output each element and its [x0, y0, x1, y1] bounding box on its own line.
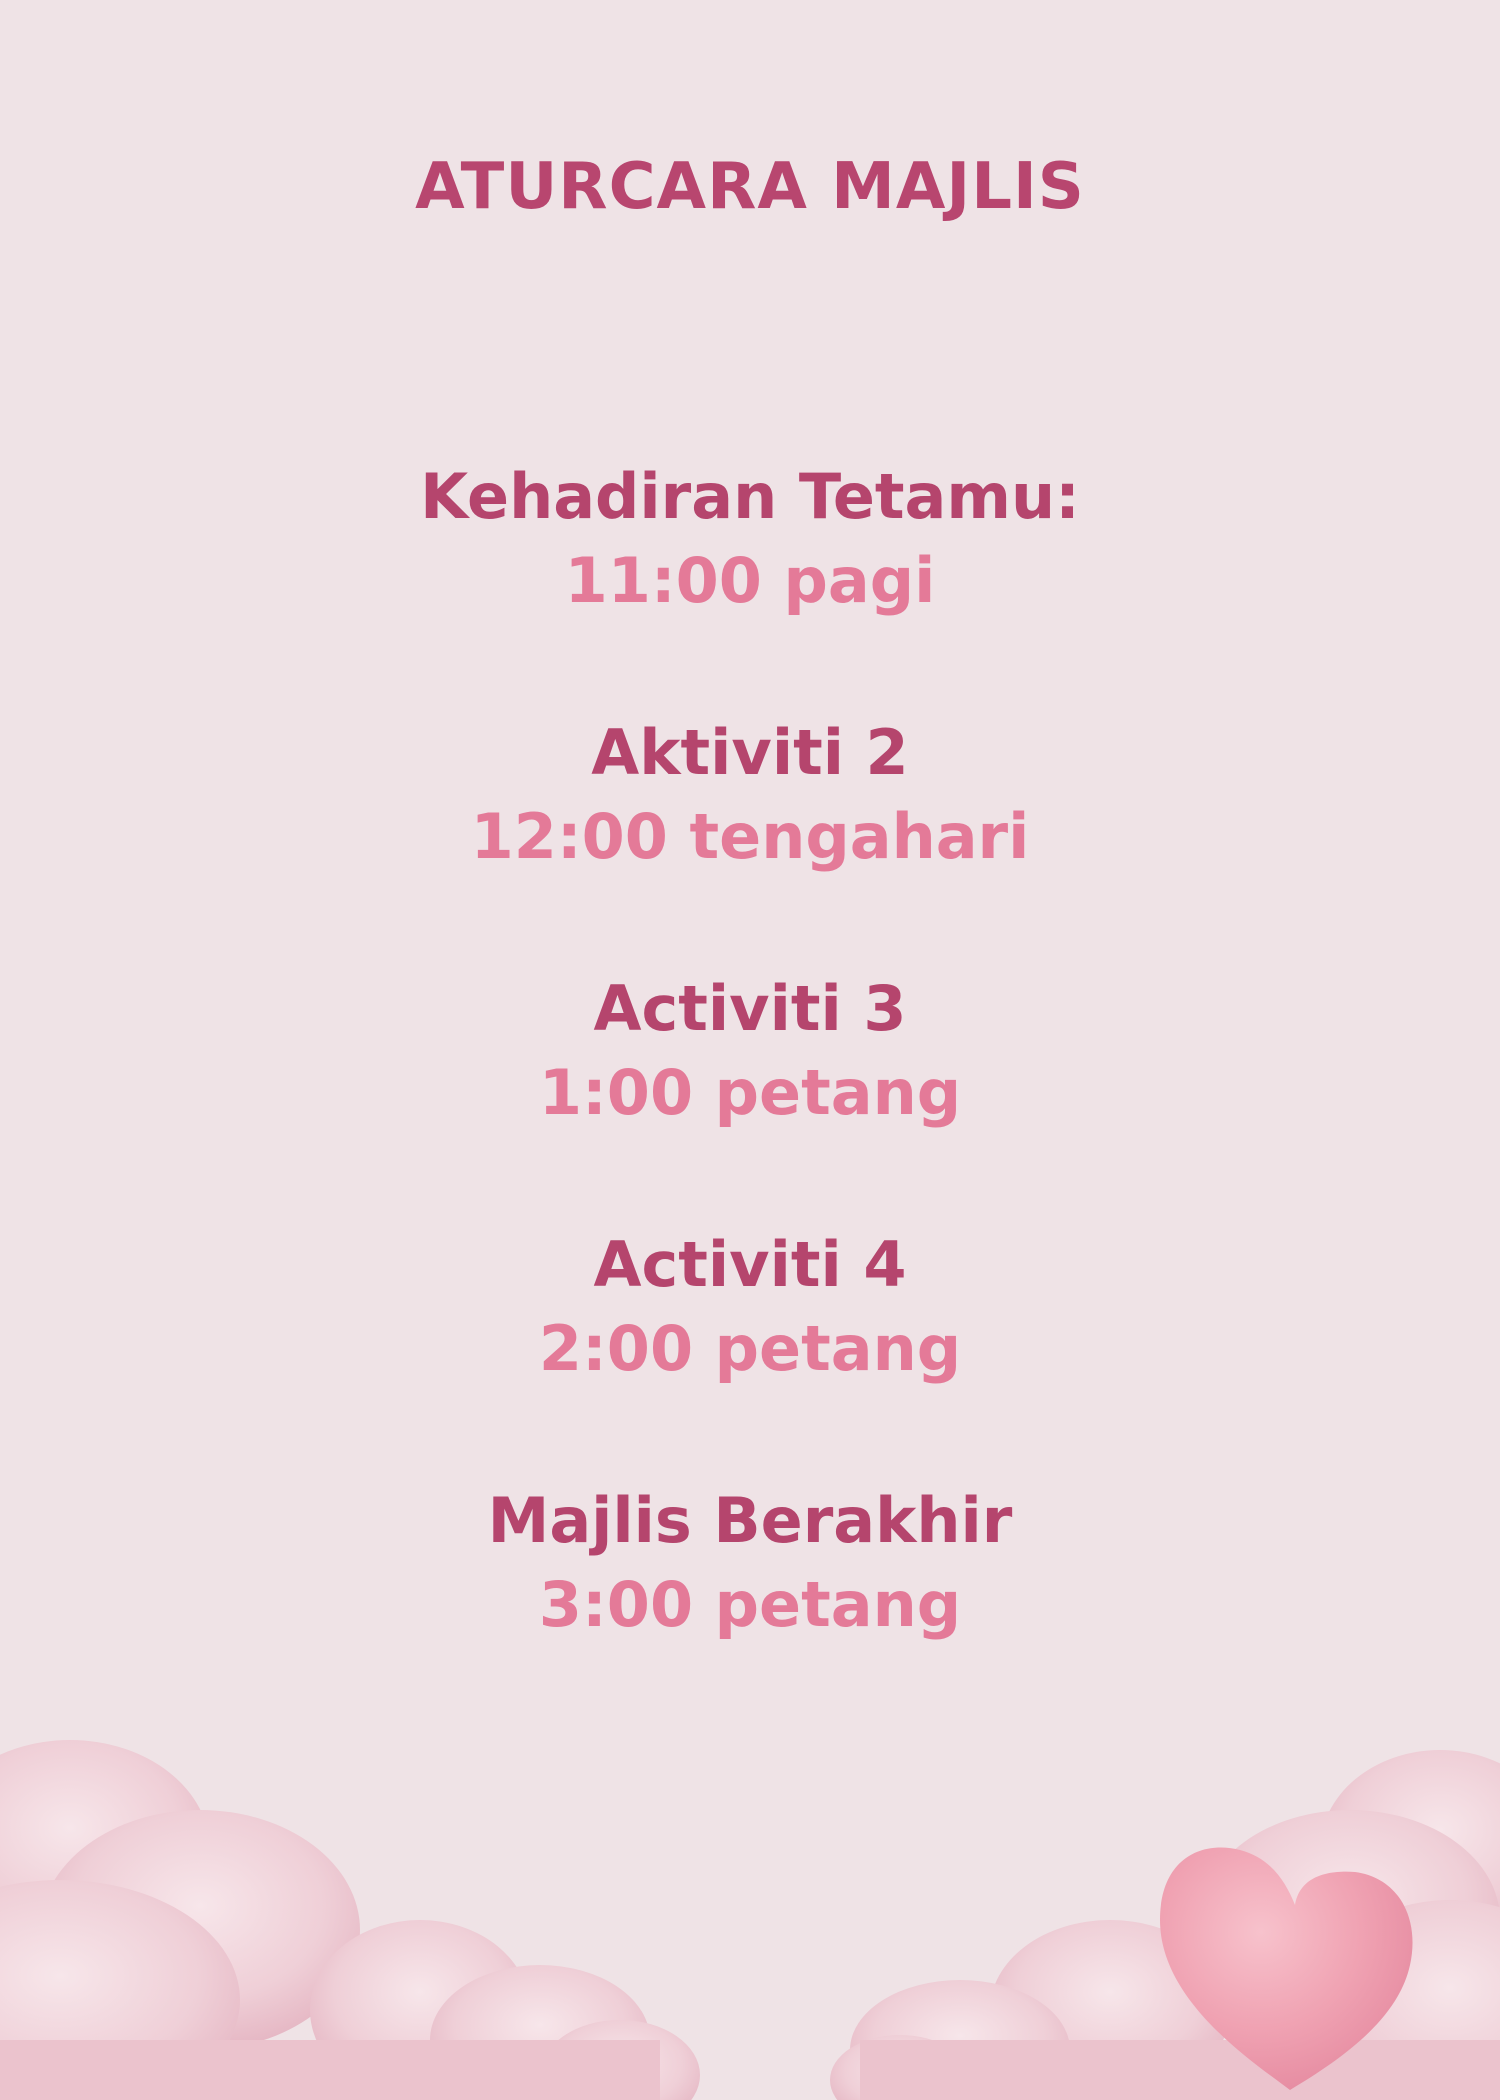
schedule-item-label: Kehadiran Tetamu:	[420, 460, 1080, 533]
schedule-item-label: Majlis Berakhir	[487, 1484, 1013, 1557]
schedule-item-time: 12:00 tengahari	[470, 800, 1030, 873]
schedule-item-time: 11:00 pagi	[564, 544, 936, 617]
schedule-item-label: Aktiviti 2	[591, 716, 909, 789]
schedule-item-time: 3:00 petang	[538, 1568, 962, 1641]
schedule-item: Aktiviti 2 12:00 tengahari	[0, 711, 1500, 967]
cloud-right-icon	[830, 1750, 1500, 2100]
schedule-item-label: Activiti 4	[593, 1228, 907, 1301]
schedule-item-time: 1:00 petang	[538, 1056, 962, 1129]
schedule-item: Activiti 3 1:00 petang	[0, 967, 1500, 1223]
schedule-item-label: Activiti 3	[593, 972, 907, 1045]
schedule-item: Kehadiran Tetamu: 11:00 pagi	[0, 455, 1500, 711]
page-title: ATURCARA MAJLIS	[415, 150, 1085, 224]
schedule-item-time: 2:00 petang	[538, 1312, 962, 1385]
schedule-list: Kehadiran Tetamu: 11:00 pagi Aktiviti 2 …	[0, 455, 1500, 1735]
schedule-item: Activiti 4 2:00 petang	[0, 1223, 1500, 1479]
programme-page: ATURCARA MAJLIS Kehadiran Tetamu: 11:00 …	[0, 0, 1500, 2100]
heart-icon	[1160, 1847, 1413, 2090]
schedule-item: Majlis Berakhir 3:00 petang	[0, 1479, 1500, 1735]
cloud-left-icon	[0, 1740, 700, 2100]
